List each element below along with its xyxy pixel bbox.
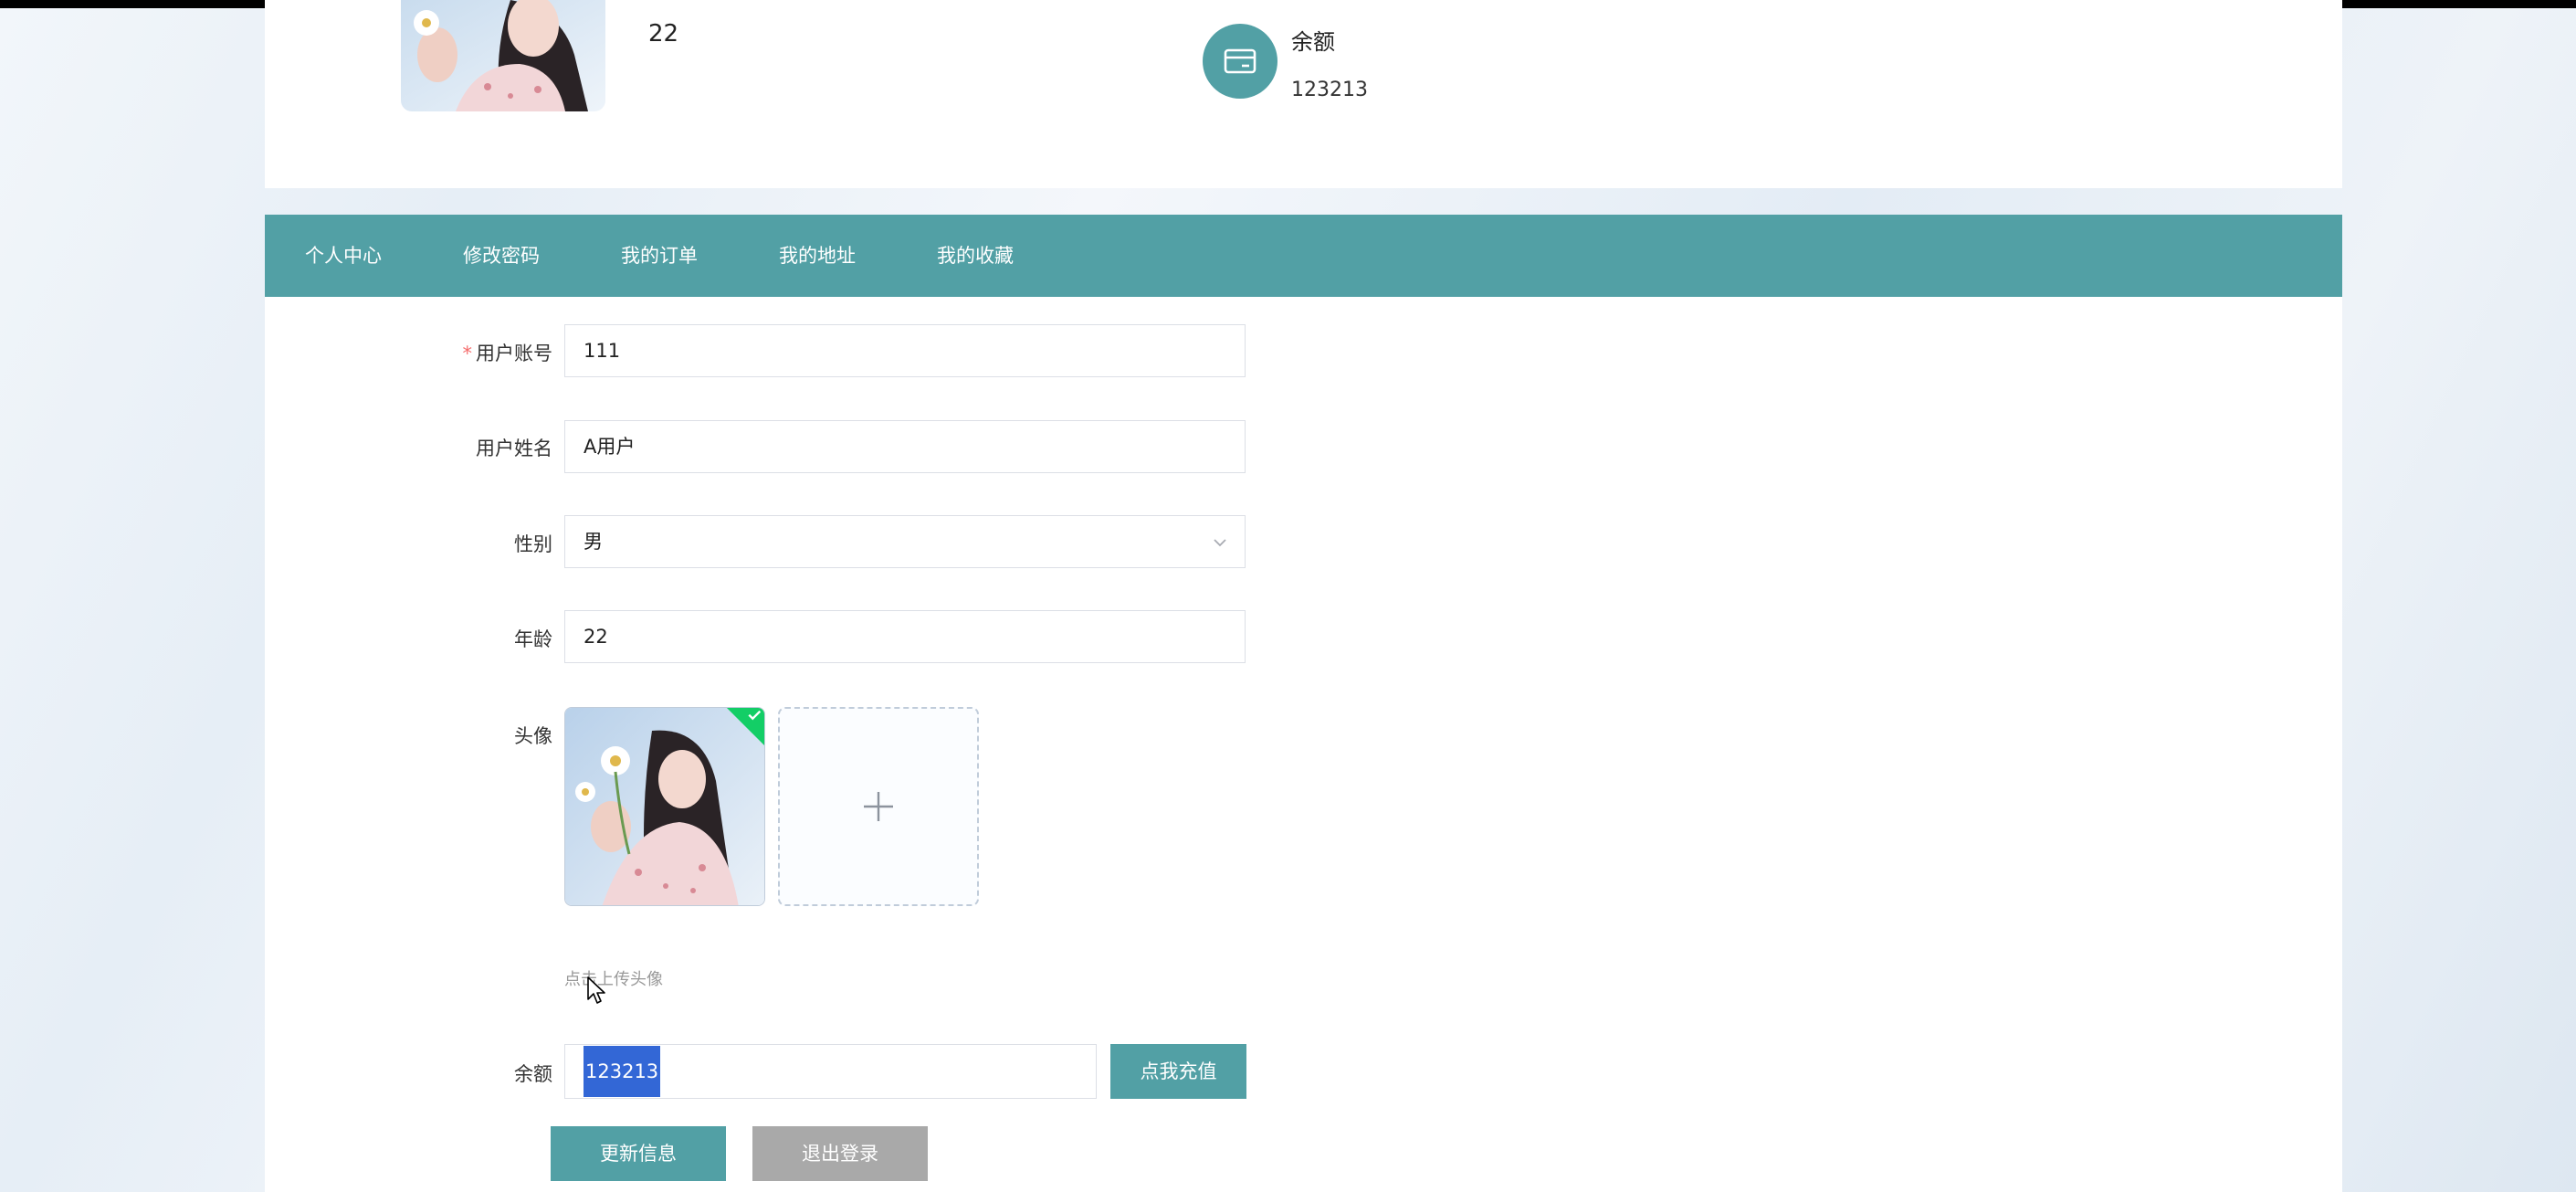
balance-label: 余额 <box>514 1063 552 1085</box>
age-input[interactable]: 22 <box>564 610 1246 663</box>
nav-my-address[interactable]: 我的地址 <box>779 215 856 297</box>
gender-label: 性别 <box>514 533 552 555</box>
plus-icon <box>864 792 893 821</box>
uploaded-avatar-thumbnail[interactable] <box>564 707 765 906</box>
balance-title: 余额 <box>1291 29 1335 55</box>
account-input[interactable]: 111 <box>564 324 1246 377</box>
balance-input-selected-value: 123213 <box>584 1046 661 1097</box>
logout-button[interactable]: 退出登录 <box>752 1126 928 1181</box>
gender-selected-value: 男 <box>584 531 603 553</box>
chevron-down-icon <box>1214 539 1226 547</box>
nav-my-orders[interactable]: 我的订单 <box>621 215 698 297</box>
user-center-nav: 个人中心 修改密码 我的订单 我的地址 我的收藏 <box>265 215 2342 297</box>
gender-select[interactable]: 男 <box>564 515 1246 568</box>
update-info-button[interactable]: 更新信息 <box>551 1126 726 1181</box>
upload-avatar-button[interactable] <box>778 707 979 906</box>
profile-age: 22 <box>648 20 679 47</box>
wallet-icon <box>1203 24 1277 99</box>
upload-hint-text: 点击上传头像 <box>564 970 663 989</box>
recharge-button[interactable]: 点我充值 <box>1110 1044 1246 1099</box>
profile-avatar-photo <box>401 0 605 111</box>
age-label: 年龄 <box>514 628 552 650</box>
required-mark: * <box>462 343 473 364</box>
nav-change-password[interactable]: 修改密码 <box>463 215 540 297</box>
mouse-cursor-icon <box>587 976 605 1004</box>
account-label: * 用户账号 <box>462 343 553 364</box>
balance-summary-value: 123213 <box>1291 79 1368 101</box>
nav-personal-center[interactable]: 个人中心 <box>305 215 382 297</box>
name-label: 用户姓名 <box>476 438 552 459</box>
name-input[interactable]: A用户 <box>564 420 1246 473</box>
balance-input[interactable]: 123213 <box>564 1044 1097 1099</box>
nav-my-favorites[interactable]: 我的收藏 <box>937 215 1014 297</box>
check-icon <box>748 710 762 721</box>
avatar-label: 头像 <box>514 725 552 747</box>
